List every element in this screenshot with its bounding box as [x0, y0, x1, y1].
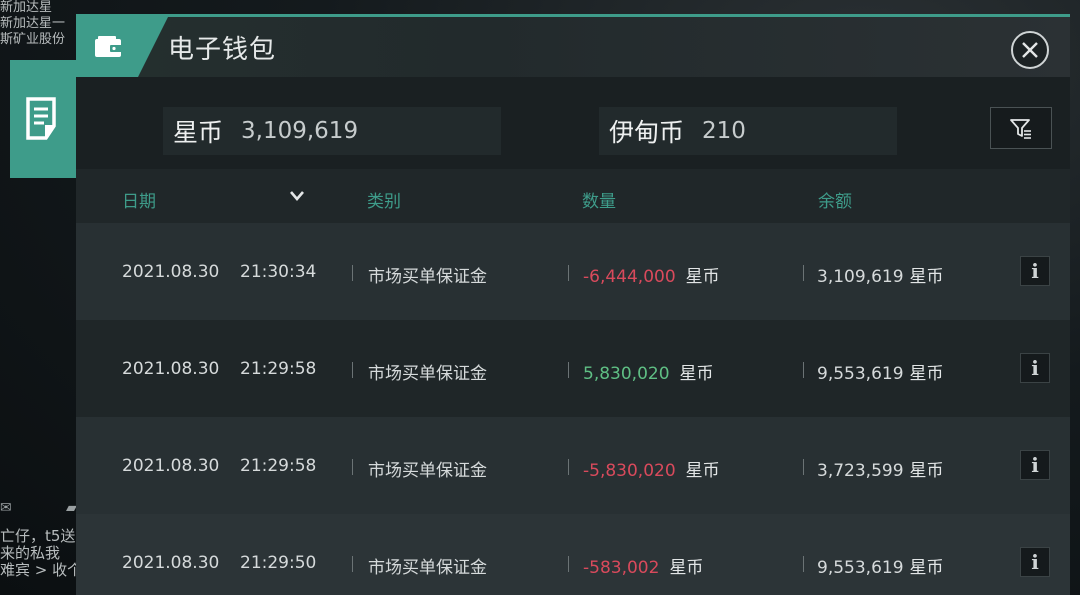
dialog-header: 电子钱包 — [76, 17, 1070, 77]
row-time: 21:29:50 — [240, 553, 317, 573]
row-time: 21:30:34 — [240, 262, 317, 282]
column-header-category: 类别 — [367, 192, 401, 212]
amount-unit: 星币 — [679, 364, 714, 384]
row-balance: 3,723,599 星币 — [817, 456, 944, 481]
row-balance: 3,109,619 星币 — [817, 262, 944, 287]
background-chat-line: 新加达星一 — [0, 16, 66, 31]
column-divider — [803, 459, 804, 475]
row-date: 2021.08.30 — [122, 262, 220, 282]
mail-icon[interactable]: ✉ — [0, 500, 12, 516]
table-row[interactable]: 2021.08.30 21:29:58 市场买单保证金 -5,830,020 星币… — [76, 417, 1070, 514]
info-icon: i — [1031, 453, 1039, 477]
chat-toolbar: ✉ ▰ — [0, 500, 78, 522]
row-balance: 9,553,619 星币 — [817, 553, 944, 578]
balance-bar: 星币 3,109,619 伊甸币 210 — [76, 77, 1070, 169]
currency-amount: 3,109,619 — [241, 118, 359, 144]
balance-unit: 星币 — [909, 364, 944, 384]
star-coin-balance: 星币 3,109,619 — [163, 107, 501, 155]
info-icon: i — [1031, 550, 1039, 574]
game-scene: 新加达星 新加达星一 斯矿业股份 ✉ ▰ 亡仔，t5送 来的私我 难宾 > 收个… — [0, 0, 1080, 595]
column-divider — [352, 556, 353, 572]
column-divider — [568, 265, 569, 281]
column-header-amount: 数量 — [582, 192, 616, 212]
amount-unit: 星币 — [685, 267, 720, 287]
balance-value: 3,109,619 — [817, 267, 904, 287]
eden-coin-balance: 伊甸币 210 — [599, 107, 897, 155]
amount-unit: 星币 — [685, 461, 720, 481]
column-divider — [568, 556, 569, 572]
amount-value: -5,830,020 — [583, 461, 676, 481]
currency-name: 伊甸币 — [609, 118, 685, 147]
chevron-down-icon[interactable] — [288, 189, 306, 203]
background-chat-top: 新加达星 新加达星一 斯矿业股份 — [0, 0, 78, 48]
amount-unit: 星币 — [669, 558, 704, 578]
info-button[interactable]: i — [1020, 353, 1050, 383]
background-chat-line: 斯矿业股份 — [0, 32, 66, 47]
close-button[interactable] — [1011, 31, 1049, 69]
column-divider — [568, 362, 569, 378]
row-category: 市场买单保证金 — [368, 558, 487, 578]
wallet-icon — [95, 36, 122, 57]
close-icon — [1022, 42, 1038, 58]
info-icon: i — [1031, 356, 1039, 380]
background-chat-line: 新加达星 — [0, 0, 53, 15]
row-amount: 5,830,020 星币 — [583, 359, 714, 384]
table-header: 日期 类别 数量 余额 — [76, 169, 1070, 223]
wallet-badge — [76, 17, 168, 77]
column-header-balance: 余额 — [818, 192, 852, 212]
document-side-tab[interactable] — [10, 60, 78, 178]
info-button[interactable]: i — [1020, 547, 1050, 577]
dialog-title: 电子钱包 — [168, 35, 277, 65]
filter-button[interactable] — [990, 107, 1052, 149]
column-divider — [568, 459, 569, 475]
table-row[interactable]: 2021.08.30 21:29:50 市场买单保证金 -583,002 星币 9… — [76, 514, 1070, 595]
table-row[interactable]: 2021.08.30 21:29:58 市场买单保证金 5,830,020 星币 … — [76, 320, 1070, 417]
info-icon: i — [1031, 259, 1039, 283]
column-divider — [352, 362, 353, 378]
amount-value: -6,444,000 — [583, 267, 676, 287]
row-balance: 9,553,619 星币 — [817, 359, 944, 384]
row-date: 2021.08.30 — [122, 359, 220, 379]
row-category: 市场买单保证金 — [368, 461, 487, 481]
row-amount: -6,444,000 星币 — [583, 262, 720, 287]
balance-value: 9,553,619 — [817, 364, 904, 384]
balance-value: 3,723,599 — [817, 461, 904, 481]
filter-icon — [1010, 119, 1031, 139]
row-date: 2021.08.30 — [122, 553, 220, 573]
balance-unit: 星币 — [909, 267, 944, 287]
balance-unit: 星币 — [909, 558, 944, 578]
column-divider — [803, 362, 804, 378]
row-category: 市场买单保证金 — [368, 267, 487, 287]
info-button[interactable]: i — [1020, 256, 1050, 286]
currency-amount: 210 — [702, 118, 746, 144]
column-divider — [352, 459, 353, 475]
row-time: 21:29:58 — [240, 359, 317, 379]
row-amount: -583,002 星币 — [583, 553, 703, 578]
row-time: 21:29:58 — [240, 456, 317, 476]
column-divider — [803, 265, 804, 281]
row-amount: -5,830,020 星币 — [583, 456, 720, 481]
column-divider — [352, 265, 353, 281]
wallet-dialog: 电子钱包 星币 3,109,619 伊甸币 210 日期 类别 数量 余额 20… — [76, 14, 1070, 595]
row-date: 2021.08.30 — [122, 456, 220, 476]
amount-value: -583,002 — [583, 558, 660, 578]
row-category: 市场买单保证金 — [368, 364, 487, 384]
currency-name: 星币 — [173, 118, 224, 147]
balance-value: 9,553,619 — [817, 558, 904, 578]
document-icon — [26, 97, 56, 140]
table-row[interactable]: 2021.08.30 21:30:34 市场买单保证金 -6,444,000 星币… — [76, 223, 1070, 320]
balance-unit: 星币 — [909, 461, 944, 481]
info-button[interactable]: i — [1020, 450, 1050, 480]
amount-value: 5,830,020 — [583, 364, 670, 384]
column-header-date[interactable]: 日期 — [122, 187, 156, 212]
column-divider — [803, 556, 804, 572]
